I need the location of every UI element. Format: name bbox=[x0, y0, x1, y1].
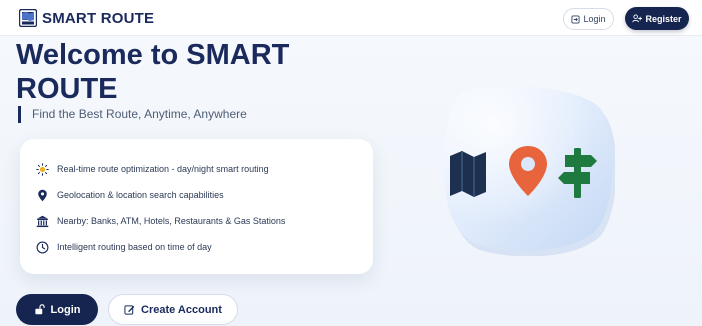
top-nav-bar: SMART ROUTE Login Register bbox=[0, 0, 702, 36]
add-user-icon bbox=[632, 14, 643, 23]
clock-icon bbox=[36, 241, 49, 253]
location-pin-icon bbox=[38, 189, 47, 201]
edit-icon bbox=[124, 305, 135, 315]
header-login-label: Login bbox=[583, 14, 606, 24]
brand-name: SMART ROUTE bbox=[42, 9, 155, 27]
feature-item: Nearby: Banks, ATM, Hotels, Restaurants … bbox=[36, 213, 285, 229]
header-login-button[interactable]: Login bbox=[563, 8, 614, 30]
create-account-label: Create Account bbox=[141, 303, 222, 316]
feature-label: Intelligent routing based on time of day bbox=[57, 242, 212, 252]
feature-label: Nearby: Banks, ATM, Hotels, Restaurants … bbox=[57, 216, 286, 226]
page-title: Welcome to SMART ROUTE bbox=[16, 39, 290, 105]
feature-item: Intelligent routing based on time of day bbox=[36, 239, 212, 255]
unlock-icon bbox=[34, 304, 45, 315]
hero-illustration bbox=[443, 86, 615, 256]
login-button[interactable]: Login bbox=[16, 294, 98, 325]
feature-label: Geolocation & location search capabiliti… bbox=[57, 190, 224, 200]
tagline: Find the Best Route, Anytime, Anywhere bbox=[18, 106, 247, 123]
login-label: Login bbox=[50, 303, 81, 316]
map-logo-icon bbox=[19, 9, 37, 27]
create-account-button[interactable]: Create Account bbox=[108, 294, 238, 325]
feature-label: Real-time route optimization - day/night… bbox=[57, 164, 269, 174]
bank-icon bbox=[36, 215, 49, 227]
login-icon bbox=[571, 14, 581, 24]
features-card: Real-time route optimization - day/night… bbox=[20, 139, 373, 274]
header-register-button[interactable]: Register bbox=[625, 7, 689, 30]
map-icon bbox=[450, 151, 486, 197]
feature-item: Geolocation & location search capabiliti… bbox=[36, 187, 224, 203]
sun-icon bbox=[36, 162, 49, 176]
header-register-label: Register bbox=[645, 13, 682, 24]
feature-item: Real-time route optimization - day/night… bbox=[36, 161, 269, 177]
brand[interactable]: SMART ROUTE bbox=[19, 9, 154, 27]
